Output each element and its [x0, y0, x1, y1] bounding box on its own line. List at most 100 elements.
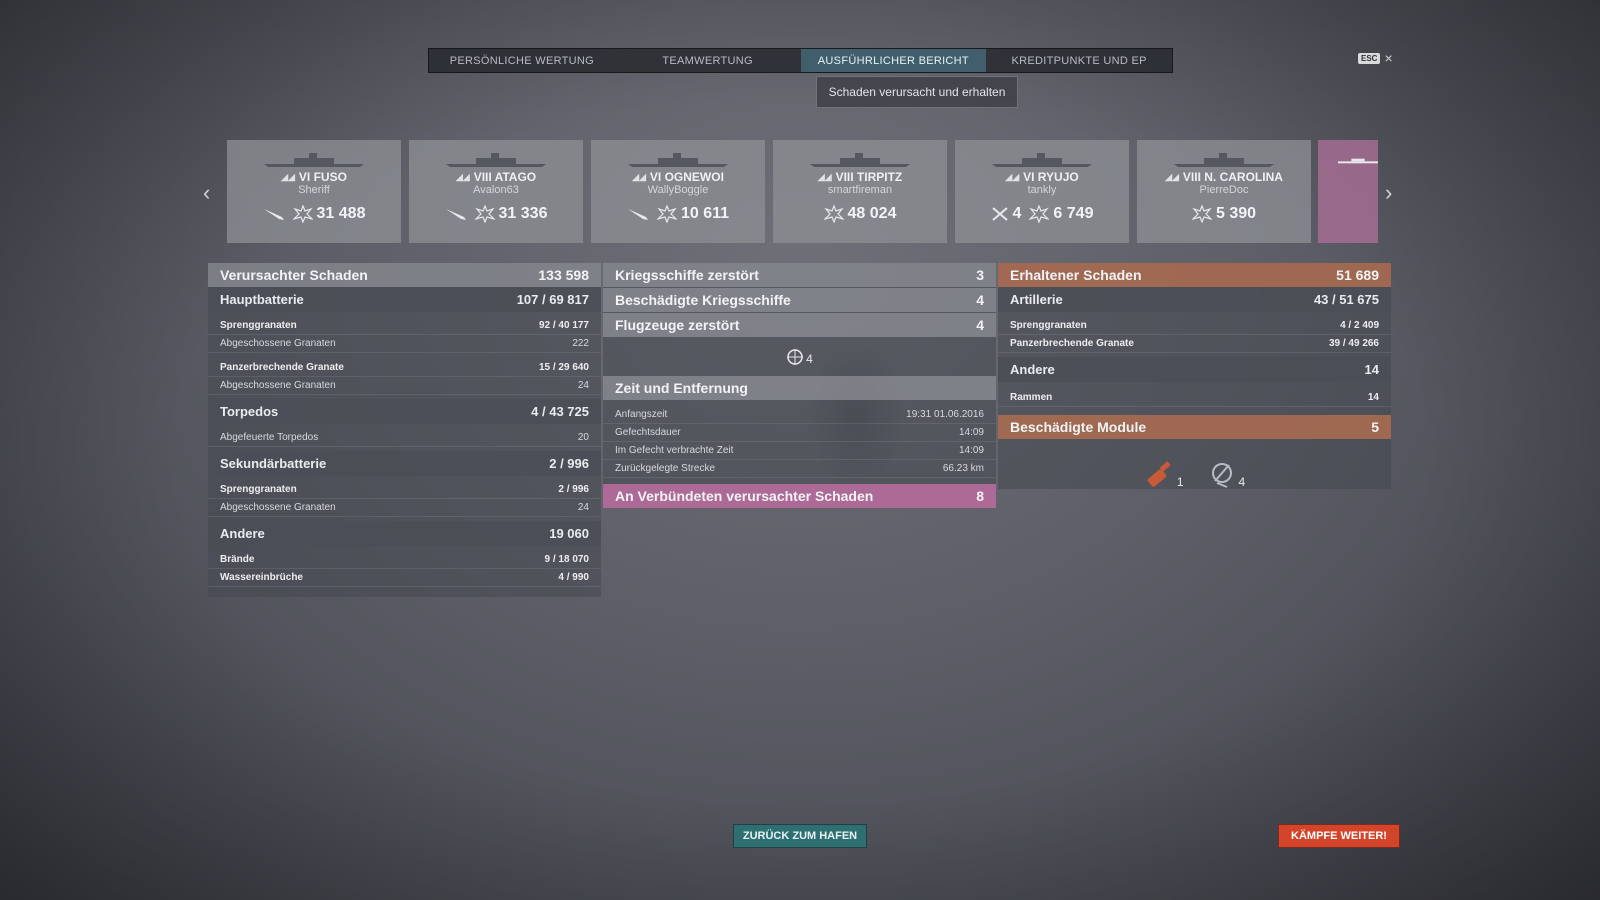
damaged-modules-icons: 1 4	[998, 439, 1391, 489]
ship-silhouette-icon	[992, 153, 1092, 167]
player-name: Sheriff	[298, 184, 330, 196]
carousel-next-arrow-icon[interactable]: ›	[1385, 180, 1392, 206]
detail-row: Brände 9 / 18 070	[208, 551, 601, 569]
continue-battle-button[interactable]: KÄMPFE WEITER!	[1278, 824, 1400, 848]
ship-class-icon: ◢◢	[632, 171, 646, 182]
ribbon-icon	[1029, 205, 1050, 223]
ships-destroyed-panel: Kriegsschiffe zerstört 3 Beschädigte Krieg…	[603, 263, 996, 508]
kill-stat-row: Beschädigte Kriegsschiffe 4	[603, 288, 996, 312]
player-name: WallyBoggle	[647, 184, 709, 196]
carousel-prev-arrow-icon[interactable]: ‹	[203, 180, 210, 206]
gun-module-count: 1	[1176, 475, 1184, 489]
aircraft-icon-count: 4	[806, 352, 813, 366]
time-distance-header: Zeit und Entfernung	[603, 376, 996, 400]
section-label: Torpedos	[220, 404, 279, 419]
damage-received-label: Erhaltener Schaden	[1010, 267, 1142, 283]
allies-damage-label: An Verbündeten verursachter Schaden	[615, 488, 874, 504]
ship-damage-value: 48 024	[847, 205, 897, 222]
ship-stats: 4 6 749	[991, 205, 1094, 223]
ship-class-icon: ◢◢	[817, 171, 832, 182]
section-value: 19 060	[549, 526, 589, 541]
damage-dealt-label: Verursachter Schaden	[220, 267, 368, 283]
other-received-row: Andere 14	[998, 357, 1391, 382]
ship-stats: 48 024	[823, 205, 897, 223]
detail-row: Sprenggranaten 4 / 2 409	[998, 317, 1391, 335]
section-value: 4 / 43 725	[531, 404, 589, 419]
ship-card[interactable]: ◢◢ VIII TIRPITZ smartfireman 48 024	[773, 140, 947, 243]
damage-dealt-value: 133 598	[538, 267, 589, 283]
ship-card[interactable]: ◢◢ VI OGNEWOI WallyBoggle 10 611	[591, 140, 765, 243]
detail-row: Abgefeuerte Torpedos 20	[208, 429, 601, 447]
detail-row: Panzerbrechende Granate 39 / 49 266	[998, 335, 1391, 353]
ship-card[interactable]: ◢◢ VI RYUJO tankly 4 6 749	[955, 140, 1129, 243]
aircraft-destroyed-icons: 4	[603, 338, 996, 376]
ship-stats: 5 390	[1191, 205, 1257, 223]
time-distance-label: Zeit und Entfernung	[615, 380, 748, 396]
section-row: Sekundärbatterie 2 / 996	[208, 451, 601, 476]
detail-row: Abgeschossene Granaten 24	[208, 499, 601, 517]
subtab-damage[interactable]: Schaden verursacht und erhalten	[816, 76, 1018, 108]
time-row: Im Gefecht verbrachte Zeit 14:09	[603, 442, 996, 460]
esc-key-hint: ESC	[1358, 52, 1381, 64]
ribbon-icon	[292, 205, 313, 223]
planes-destroyed-count: 4	[1012, 205, 1022, 222]
ship-card[interactable]: ◢◢ VI FUSO Sheriff 31 488	[227, 140, 401, 243]
ship-damage-value: 10 611	[680, 205, 730, 222]
tab-detailed-report[interactable]: AUSFÜHRLICHER BERICHT	[800, 49, 987, 72]
allies-damage-header: An Verbündeten verursachter Schaden 8	[603, 484, 996, 508]
ship-silhouette-icon	[1338, 158, 1378, 164]
damaged-modules-label: Beschädigte Module	[1010, 419, 1147, 435]
damage-received-panel: Erhaltener Schaden 51 689 Artillerie 43 …	[998, 263, 1391, 489]
section-value: 2 / 996	[549, 456, 589, 471]
other-received-label: Andere	[1010, 362, 1055, 377]
ship-damage-value: 31 336	[498, 205, 548, 222]
ship-name: ◢◢ VI OGNEWOI	[632, 170, 724, 184]
back-to-port-button[interactable]: ZURÜCK ZUM HAFEN	[733, 824, 867, 848]
artillery-row: Artillerie 43 / 51 675	[998, 287, 1391, 312]
torpedo-hit-icon	[263, 209, 284, 220]
ship-silhouette-icon	[810, 153, 910, 167]
detail-row: Sprenggranaten 92 / 40 177	[208, 317, 601, 335]
kill-stat-row: Kriegsschiffe zerstört 3	[603, 263, 996, 287]
damage-received-header: Erhaltener Schaden 51 689	[998, 263, 1391, 287]
ship-silhouette-icon	[446, 153, 546, 167]
close-icon[interactable]: ×	[1384, 51, 1392, 65]
artillery-value: 43 / 51 675	[1313, 292, 1379, 307]
damage-dealt-header: Verursachter Schaden 133 598	[208, 263, 601, 287]
ship-name: ◢◢ VIII N. CAROLINA	[1165, 170, 1283, 184]
ribbon-icon	[823, 205, 844, 223]
torpedo-hit-icon	[627, 209, 648, 220]
ship-silhouette-icon	[264, 153, 364, 167]
tab-credits-xp[interactable]: KREDITPUNKTE UND EP	[986, 49, 1172, 72]
damage-dealt-panel: Verursachter Schaden 133 598 Hauptbatter…	[208, 263, 601, 597]
ship-card[interactable]: ◢◢ VIII ATAGO Avalon63 31 336	[409, 140, 583, 243]
tab-personal-score[interactable]: PERSÖNLICHE WERTUNG	[429, 49, 615, 72]
time-row: Anfangszeit 19:31 01.06.2016	[603, 406, 996, 424]
ship-damage-value: 6 749	[1053, 205, 1094, 222]
artillery-label: Artillerie	[1010, 292, 1063, 307]
ship-name: ◢◢ VI RYUJO	[1005, 170, 1079, 184]
ship-class-icon: ◢◢	[281, 171, 295, 182]
tab-team-score[interactable]: TEAMWERTUNG	[615, 49, 801, 72]
planes-destroyed-icon	[991, 207, 1008, 221]
detail-row: Abgeschossene Granaten 24	[208, 377, 601, 395]
ribbon-icon	[656, 205, 677, 223]
player-name: Avalon63	[473, 184, 519, 196]
player-name: PierreDoc	[1199, 184, 1249, 196]
ship-card-partial[interactable]	[1318, 140, 1378, 243]
ship-damage-value: 5 390	[1215, 205, 1257, 222]
kill-stat-row: Flugzeuge zerstört 4	[603, 313, 996, 337]
time-row: Gefechtsdauer 14:09	[603, 424, 996, 442]
ribbon-icon	[474, 205, 495, 223]
damage-received-value: 51 689	[1336, 267, 1379, 283]
aa-module-icon	[1211, 463, 1232, 488]
damaged-modules-value: 5	[1371, 419, 1379, 435]
ship-stats: 10 611	[627, 205, 729, 223]
close-button[interactable]: ESC ×	[1358, 51, 1393, 65]
gun-module-icon	[1147, 461, 1171, 487]
player-name: smartfireman	[827, 184, 893, 196]
ship-card[interactable]: ◢◢ VIII N. CAROLINA PierreDoc 5 390	[1137, 140, 1311, 243]
section-row: Hauptbatterie 107 / 69 817	[208, 287, 601, 312]
section-label: Andere	[220, 526, 265, 541]
section-row: Torpedos 4 / 43 725	[208, 399, 601, 424]
